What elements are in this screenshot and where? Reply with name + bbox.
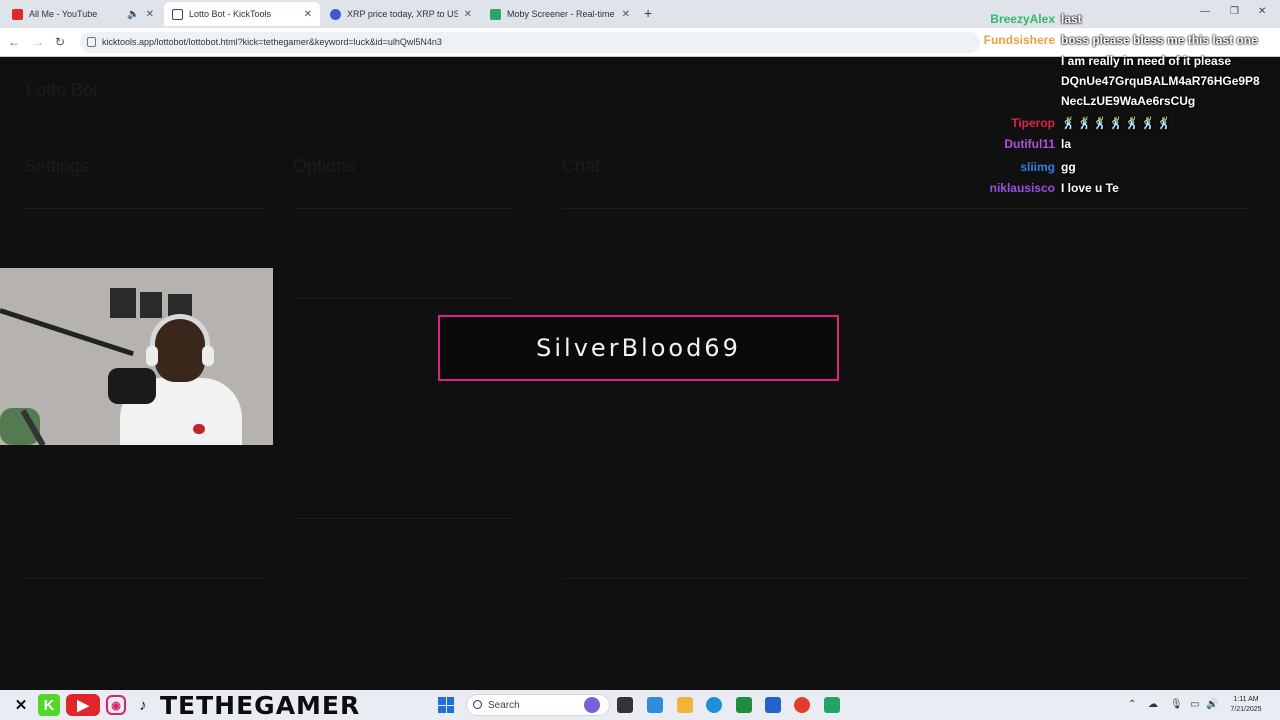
webcam-overlay (0, 268, 273, 445)
wall-poster (140, 292, 162, 318)
copilot-icon[interactable] (584, 697, 600, 713)
chat-message: BreezyAlex last (940, 12, 1280, 32)
chat-text: DQnUe47GrquBALM4aR76HGe9P8 (1061, 74, 1260, 88)
chat-text: boss please bless me this last one (1061, 33, 1258, 47)
volume-icon[interactable]: 🔊 (1206, 699, 1218, 710)
tab-title: Lotto Bot - KickTools (189, 9, 272, 19)
chat-text: la (1061, 137, 1072, 151)
tab-youtube[interactable]: All Me - YouTube 🔈 ✕ (4, 2, 162, 26)
new-tab-button[interactable]: + (644, 5, 652, 21)
headphone-cup (146, 346, 158, 366)
tab-moby-screener[interactable]: Moby Screener - Real-time trac ✕ (482, 2, 638, 26)
chevron-up-icon[interactable]: ⌃ (1128, 699, 1136, 710)
channel-brand-name: TETHEGAMER (160, 690, 361, 720)
network-icon[interactable]: ▭ (1190, 699, 1199, 710)
tab-title: XRP price today, XRP to USD li (347, 9, 458, 19)
winner-popup: SilverBlood69 (438, 315, 839, 381)
close-tab-icon[interactable]: ✕ (622, 9, 630, 20)
chat-text: gg (1061, 160, 1076, 174)
taskbar-clock[interactable]: 1:11 AM 7/21/2025 (1222, 695, 1270, 715)
chat-text: I love u Te (1061, 181, 1119, 195)
close-tab-icon[interactable]: ✕ (146, 9, 154, 20)
youtube-logo-icon: ▶ (66, 694, 100, 716)
chat-message-continued: DQnUe47GrquBALM4aR76HGe9P8 (940, 74, 1280, 94)
search-placeholder: Search (488, 700, 520, 711)
url-text: kicktools.app/lottobot/lottobot.html?kic… (102, 37, 442, 47)
shirt-logo (193, 424, 205, 434)
store-icon[interactable] (647, 697, 663, 713)
page-title: Lotto Bot (26, 80, 99, 100)
social-brand-strip: ✕ K ▶ ◉ ♪ TETHEGAMER (10, 690, 361, 720)
back-icon[interactable]: ← (8, 35, 20, 49)
moby-icon (490, 8, 501, 20)
chat-message: Dutiful11 la (940, 137, 1280, 157)
windows-start-icon[interactable] (438, 697, 454, 713)
microphone (108, 368, 156, 404)
chat-message-continued: I am really in need of it please (940, 54, 1280, 74)
task-view-icon[interactable] (617, 697, 633, 713)
chat-heading: Chat (562, 156, 601, 176)
xbox-icon[interactable] (736, 697, 752, 713)
dance-emotes: 🕺🕺🕺🕺🕺🕺🕺 (1061, 116, 1173, 130)
chat-message-continued: NecLzUE9WaAe6rsCUg (940, 94, 1280, 114)
chat-username: BreezyAlex (990, 12, 1055, 26)
microphone-icon[interactable]: 🎙 (1170, 699, 1183, 710)
speaker-muted-icon[interactable]: 🔈 (127, 9, 139, 20)
edge-icon[interactable] (706, 697, 722, 713)
chat-text: last (1061, 12, 1082, 26)
chat-username: Fundsishere (983, 33, 1055, 47)
screen: All Me - YouTube 🔈 ✕ Lotto Bot - KickToo… (0, 0, 1280, 720)
site-info-icon[interactable] (87, 37, 96, 47)
instagram-logo-icon: ◉ (106, 695, 126, 715)
options-heading: Options (293, 156, 356, 176)
divider (293, 298, 513, 299)
close-tab-icon[interactable]: ✕ (464, 9, 472, 20)
clock-time: 1:11 AM (1233, 696, 1259, 703)
tab-xrp-price[interactable]: XRP price today, XRP to USD li ✕ (322, 2, 480, 26)
divider (293, 518, 513, 519)
cloud-icon[interactable]: ☁ (1148, 699, 1158, 710)
chat-message: niklausisco I love u Te (940, 181, 1280, 201)
tab-title: All Me - YouTube (29, 9, 98, 19)
forward-icon[interactable]: → (32, 35, 44, 49)
url-field[interactable]: kicktools.app/lottobot/lottobot.html?kic… (80, 32, 980, 53)
tab-lotto-bot[interactable]: Lotto Bot - KickTools ✕ (164, 2, 320, 26)
headphone-cup (202, 346, 214, 366)
chat-message: Tiperop 🕺🕺🕺🕺🕺🕺🕺 (940, 116, 1280, 136)
divider (293, 208, 513, 209)
close-tab-icon[interactable]: ✕ (304, 9, 312, 20)
reload-icon[interactable]: ↻ (55, 35, 65, 49)
chat-username: Tiperop (1011, 116, 1055, 130)
file-explorer-icon[interactable] (677, 697, 693, 713)
clock-date: 7/21/2025 (1230, 706, 1262, 713)
search-icon (473, 700, 482, 709)
microsoft-store-icon[interactable] (765, 697, 781, 713)
obs-app-icon[interactable] (824, 697, 840, 713)
kick-logo-icon: K (38, 694, 60, 716)
kicktools-icon (172, 8, 183, 20)
divider (24, 208, 264, 209)
chat-message: Fundsishere boss please bless me this la… (940, 33, 1280, 53)
coinmarketcap-icon (330, 8, 341, 20)
tab-title: Moby Screener - Real-time trac (507, 9, 616, 19)
divider (24, 578, 264, 579)
chat-text: I am really in need of it please (1061, 54, 1232, 68)
chat-text: NecLzUE9WaAe6rsCUg (1061, 94, 1196, 108)
youtube-icon (12, 8, 23, 20)
stream-chat-overlay: BreezyAlex last Fundsishere boss please … (940, 0, 1280, 200)
chat-message: sliimg gg (940, 160, 1280, 180)
wall-poster (110, 288, 136, 318)
taskbar: ✕ K ▶ ◉ ♪ TETHEGAMER (0, 690, 1280, 720)
divider (562, 208, 1252, 209)
x-logo-icon: ✕ (14, 697, 28, 714)
chat-username: niklausisco (989, 181, 1055, 195)
settings-heading: Settings (24, 156, 90, 176)
chrome-icon[interactable] (794, 697, 810, 713)
divider (562, 578, 1252, 579)
tiktok-logo-icon: ♪ (139, 696, 147, 714)
winner-name: SilverBlood69 (536, 334, 741, 362)
chat-username: sliimg (1020, 160, 1055, 174)
chat-username: Dutiful11 (1004, 137, 1055, 151)
